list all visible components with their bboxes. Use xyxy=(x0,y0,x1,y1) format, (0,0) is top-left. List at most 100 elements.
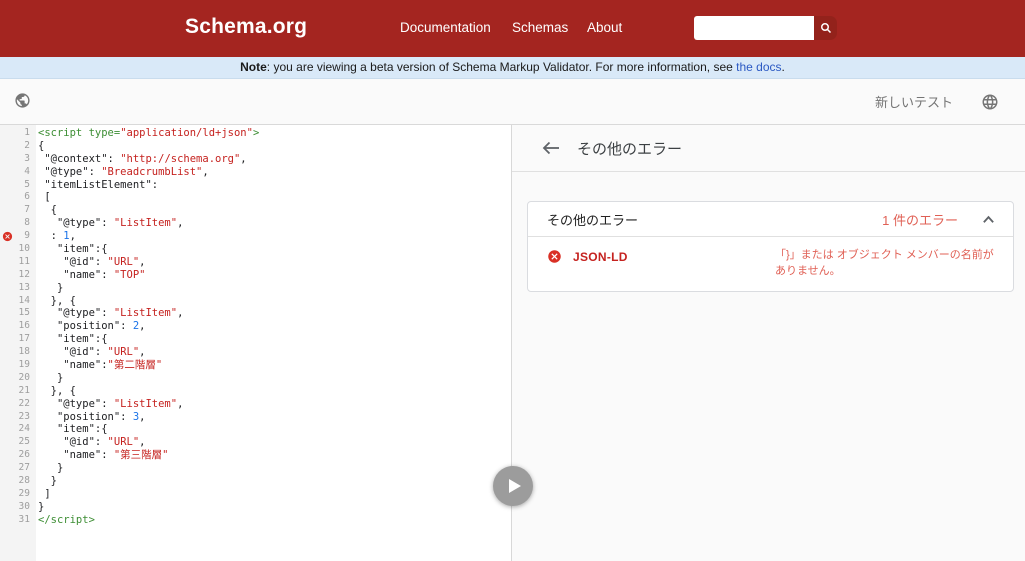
code-line[interactable]: 5 "itemListElement": xyxy=(0,179,511,192)
line-gutter: 16 xyxy=(0,320,36,333)
new-test-button[interactable]: 新しいテスト xyxy=(875,92,953,111)
code-line[interactable]: 23 "position": 3, xyxy=(0,411,511,424)
line-number: 3 xyxy=(24,152,30,164)
code-line[interactable]: 17 "item":{ xyxy=(0,333,511,346)
code-line[interactable]: 9 : 1, xyxy=(0,230,511,243)
results-header: その他のエラー xyxy=(512,125,1025,172)
code-text: <script type="application/ld+json"> xyxy=(38,127,260,139)
line-gutter: 4 xyxy=(0,166,36,179)
line-number: 28 xyxy=(18,475,30,487)
code-text: "@id": "URL", xyxy=(38,255,146,268)
banner-period: . xyxy=(781,60,785,74)
code-line[interactable]: 14 }, { xyxy=(0,295,511,308)
site-logo[interactable]: Schema.org xyxy=(185,15,307,39)
line-gutter: 7 xyxy=(0,204,36,217)
line-gutter: 15 xyxy=(0,307,36,320)
line-number: 17 xyxy=(18,333,30,345)
code-line[interactable]: 21 }, { xyxy=(0,385,511,398)
line-gutter: 22 xyxy=(0,398,36,411)
line-number: 15 xyxy=(18,307,30,319)
line-gutter: 20 xyxy=(0,372,36,385)
code-line[interactable]: 12 "name": "TOP" xyxy=(0,269,511,282)
code-text: "@type": "ListItem", xyxy=(38,307,184,320)
code-line[interactable]: 30} xyxy=(0,501,511,514)
code-text: }, { xyxy=(38,384,76,397)
line-gutter: 2 xyxy=(0,140,36,153)
code-text: } xyxy=(38,281,64,294)
code-line[interactable]: 29 ] xyxy=(0,488,511,501)
error-count-badge: 1 件のエラー xyxy=(882,212,958,228)
search-input[interactable] xyxy=(694,16,814,40)
search-button[interactable] xyxy=(814,16,837,40)
line-number: 6 xyxy=(24,191,30,203)
language-globe-icon[interactable] xyxy=(981,93,999,111)
code-text: : 1, xyxy=(38,230,76,243)
line-gutter: 17 xyxy=(0,333,36,346)
code-line[interactable]: 31 </script> xyxy=(0,514,511,527)
code-line[interactable]: 16 "position": 2, xyxy=(0,320,511,333)
code-line[interactable]: 6 [ xyxy=(0,191,511,204)
code-line[interactable]: 24 "item":{ xyxy=(0,423,511,436)
error-row[interactable]: JSON-LD 「}」または オブジェクト メンバーの名前がありません。 xyxy=(528,237,1013,291)
nav-about[interactable]: About xyxy=(587,20,622,35)
line-gutter: 8 xyxy=(0,217,36,230)
code-line[interactable]: 20 } xyxy=(0,372,511,385)
code-line[interactable]: 25 "@id": "URL", xyxy=(0,436,511,449)
line-number: 18 xyxy=(18,346,30,358)
run-validation-button[interactable] xyxy=(493,466,533,506)
line-gutter: 12 xyxy=(0,269,36,282)
code-text: "item":{ xyxy=(38,243,108,256)
banner-docs-link[interactable]: the docs xyxy=(736,60,781,74)
code-line[interactable]: 13 } xyxy=(0,282,511,295)
results-panel: その他のエラー その他のエラー 1 件のエラー JSON-LD 「}」または オ… xyxy=(512,125,1025,561)
nav-schemas[interactable]: Schemas xyxy=(512,20,568,35)
error-message: 「}」または オブジェクト メンバーの名前がありません。 xyxy=(775,249,994,277)
line-gutter: 25 xyxy=(0,436,36,449)
code-text: "@type": "ListItem", xyxy=(38,217,184,230)
line-gutter: 3 xyxy=(0,153,36,166)
code-text: { xyxy=(38,204,57,217)
line-number: 1 xyxy=(24,127,30,138)
code-text: "itemListElement": xyxy=(38,178,159,191)
code-line[interactable]: 27 } xyxy=(0,462,511,475)
line-gutter: 29 xyxy=(0,488,36,501)
collapse-button[interactable] xyxy=(980,213,997,226)
results-title: その他のエラー xyxy=(577,140,683,158)
code-line[interactable]: 8 "@type": "ListItem", xyxy=(0,217,511,230)
code-text: "name": "第三階層" xyxy=(38,449,169,462)
site-header: Schema.org Documentation Schemas About xyxy=(0,0,1025,57)
line-number: 12 xyxy=(18,268,30,280)
code-line[interactable]: 1 <script type="application/ld+json"> xyxy=(0,127,511,140)
code-line[interactable]: 15 "@type": "ListItem", xyxy=(0,307,511,320)
code-line[interactable]: 4 "@type": "BreadcrumbList", xyxy=(0,166,511,179)
code-line[interactable]: 10 "item":{ xyxy=(0,243,511,256)
line-number: 14 xyxy=(18,294,30,306)
code-line[interactable]: 7 { xyxy=(0,204,511,217)
code-text: }, { xyxy=(38,294,76,307)
code-line[interactable]: 11 "@id": "URL", xyxy=(0,256,511,269)
code-text: "name": "TOP" xyxy=(38,268,146,281)
error-format-label: JSON-LD xyxy=(573,250,628,264)
line-number: 21 xyxy=(18,384,30,396)
code-line[interactable]: 28 } xyxy=(0,475,511,488)
line-gutter: 9 xyxy=(0,230,36,243)
line-gutter: 23 xyxy=(0,411,36,424)
code-line[interactable]: 18 "@id": "URL", xyxy=(0,346,511,359)
code-line[interactable]: 19 "name":"第二階層" xyxy=(0,359,511,372)
code-editor[interactable]: 1 <script type="application/ld+json"> 2{3 … xyxy=(0,125,512,561)
back-button[interactable] xyxy=(540,139,562,157)
code-text: "item":{ xyxy=(38,423,108,436)
code-text: } xyxy=(38,371,64,384)
nav-documentation[interactable]: Documentation xyxy=(400,20,491,35)
code-line[interactable]: 2{ xyxy=(0,140,511,153)
line-gutter: 30 xyxy=(0,501,36,514)
line-number: 2 xyxy=(24,139,30,151)
line-gutter: 10 xyxy=(0,243,36,256)
line-gutter: 1 xyxy=(0,127,36,140)
code-line[interactable]: 3 "@context": "http://schema.org", xyxy=(0,153,511,166)
back-arrow-icon xyxy=(542,141,560,155)
code-text: [ xyxy=(38,191,51,204)
code-line[interactable]: 26 "name": "第三階層" xyxy=(0,449,511,462)
code-line[interactable]: 22 "@type": "ListItem", xyxy=(0,398,511,411)
code-lines: 1 <script type="application/ld+json"> 2{3 … xyxy=(0,125,511,527)
